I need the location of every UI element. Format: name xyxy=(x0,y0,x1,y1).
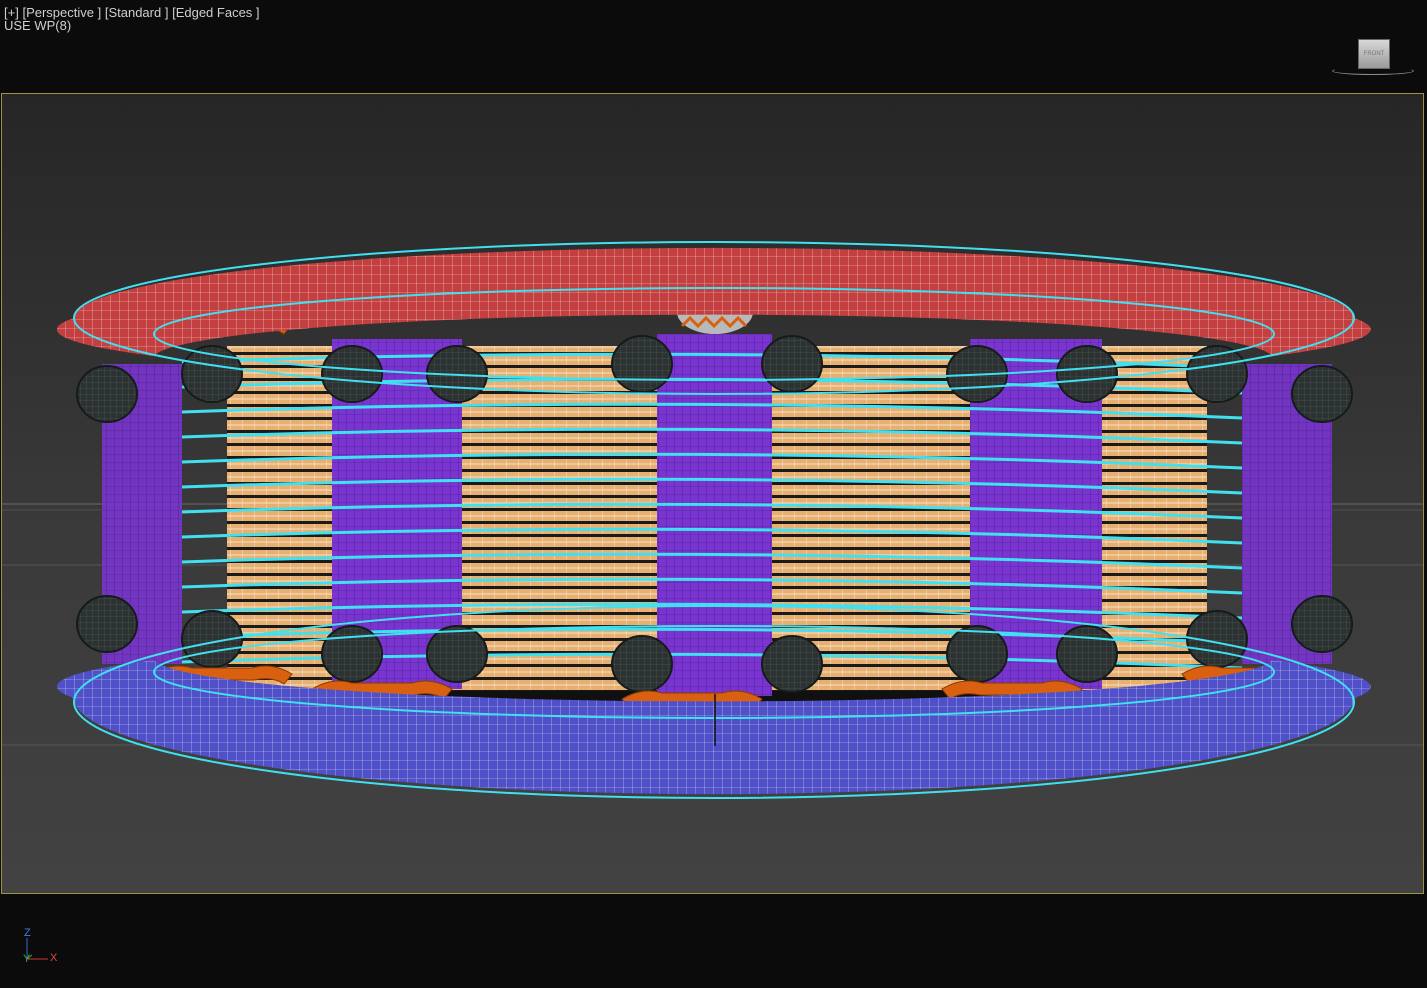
roller-wheel[interactable] xyxy=(1056,625,1118,683)
axis-z-label: Z xyxy=(24,927,31,939)
coil-panel-center[interactable] xyxy=(657,334,772,696)
axis-x-label: X xyxy=(50,952,58,964)
roller-wheel[interactable] xyxy=(321,625,383,683)
axis-tripod-icon: Z Y X xyxy=(20,926,64,970)
roller-wheel[interactable] xyxy=(76,365,138,423)
workplane-label: USE WP(8) xyxy=(4,18,72,33)
viewport-shading-label[interactable]: [Standard ] xyxy=(105,5,169,20)
viewcube-icon[interactable]: FRONT xyxy=(1332,36,1414,78)
viewport-display-label[interactable]: [Edged Faces ] xyxy=(172,5,259,20)
roller-wheel[interactable] xyxy=(1056,345,1118,403)
roller-wheel[interactable] xyxy=(1291,595,1353,653)
roller-wheel[interactable] xyxy=(946,625,1008,683)
roller-wheel[interactable] xyxy=(426,625,488,683)
axis-y-label: Y xyxy=(23,953,31,965)
scene-canvas[interactable] xyxy=(2,94,1424,894)
roller-wheel[interactable] xyxy=(76,595,138,653)
roller-wheel[interactable] xyxy=(611,335,673,393)
viewport-safe-frame[interactable] xyxy=(1,93,1424,894)
roller-wheel[interactable] xyxy=(321,345,383,403)
roller-wheel[interactable] xyxy=(761,335,823,393)
viewcube-compass-ring[interactable] xyxy=(1332,67,1414,75)
roller-wheel[interactable] xyxy=(611,635,673,693)
viewcube-front-face[interactable]: FRONT xyxy=(1358,39,1390,69)
roller-wheel[interactable] xyxy=(761,635,823,693)
roller-wheel[interactable] xyxy=(1291,365,1353,423)
viewport-labels: [+] [Perspective ] [Standard ] [Edged Fa… xyxy=(4,6,260,32)
